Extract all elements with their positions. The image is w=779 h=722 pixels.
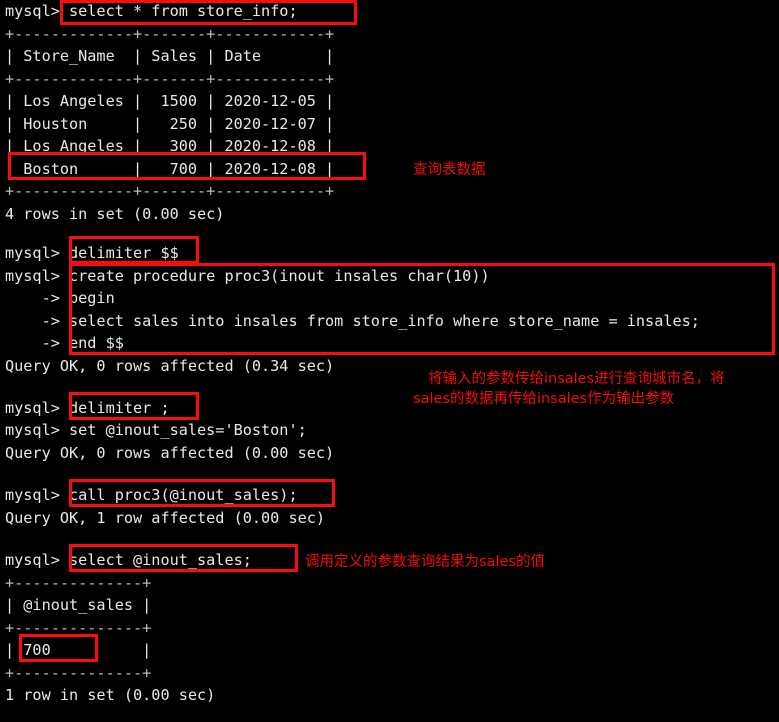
table-row-boston: | Boston | 700 | 2020-12-08 | xyxy=(5,159,335,178)
terminal-line-table-header: | Store_Name | Sales | Date | xyxy=(5,47,335,65)
terminal-line-result-header: | @inout_sales | xyxy=(5,596,152,614)
annotation-param-explain-line2: sales的数据再传给insales作为输出参数 xyxy=(413,391,675,407)
annotation-param-explain-line1: 将输入的参数传给insales进行查询城市名，将 xyxy=(428,371,725,387)
terminal-line-separator-bottom: +-------------+-------+------------+ xyxy=(5,182,335,200)
annotation-query-table: 查询表数据 xyxy=(413,162,486,178)
table-row-result: | 700 | xyxy=(5,641,152,659)
table-row: | Los Angeles | 1500 | 2020-12-05 | xyxy=(5,92,335,110)
terminal-line-begin: -> begin xyxy=(5,289,115,307)
terminal-line-select-variable: mysql> select @inout_sales; xyxy=(5,551,252,569)
terminal-line-select-store-info: mysql> select * from store_info; xyxy=(5,2,298,20)
terminal-line-result-separator-top: +--------------+ xyxy=(5,573,152,592)
terminal-line-end: -> end $$ xyxy=(5,334,124,352)
terminal-line-query-ok-create: Query OK, 0 rows affected (0.34 sec) xyxy=(5,356,335,375)
annotation-call-result: 调用定义的参数查询结果为sales的值 xyxy=(305,554,545,570)
terminal-line-result-separator-bottom: +--------------+ xyxy=(5,663,152,682)
terminal-line-query-ok-call: Query OK, 1 row affected (0.00 sec) xyxy=(5,508,326,527)
terminal-line-separator-header: +-------------+-------+------------+ xyxy=(5,69,335,88)
terminal-line-result-separator-header: +--------------+ xyxy=(5,618,152,637)
terminal-line-result-row-count: 1 row in set (0.00 sec) xyxy=(5,686,216,704)
terminal-line-set-variable: mysql> set @inout_sales='Boston'; xyxy=(5,421,307,439)
terminal-line-create-procedure: mysql> create procedure proc3(inout insa… xyxy=(5,266,490,285)
terminal-window[interactable]: mysql> select * from store_info; +------… xyxy=(0,0,779,722)
terminal-line-delimiter-dollar: mysql> delimiter $$ xyxy=(5,244,179,262)
terminal-line-separator-top: +-------------+-------+------------+ xyxy=(5,24,335,43)
terminal-line-row-count: 4 rows in set (0.00 sec) xyxy=(5,204,225,223)
terminal-line-select-into: -> select sales into insales from store_… xyxy=(5,311,700,330)
table-row: | Los Angeles | 300 | 2020-12-08 | xyxy=(5,137,335,155)
terminal-line-call-proc3: mysql> call proc3(@inout_sales); xyxy=(5,486,298,504)
table-row: | Houston | 250 | 2020-12-07 | xyxy=(5,114,335,133)
terminal-line-query-ok-set: Query OK, 0 rows affected (0.00 sec) xyxy=(5,443,335,462)
terminal-line-delimiter-semicolon: mysql> delimiter ; xyxy=(5,398,170,417)
